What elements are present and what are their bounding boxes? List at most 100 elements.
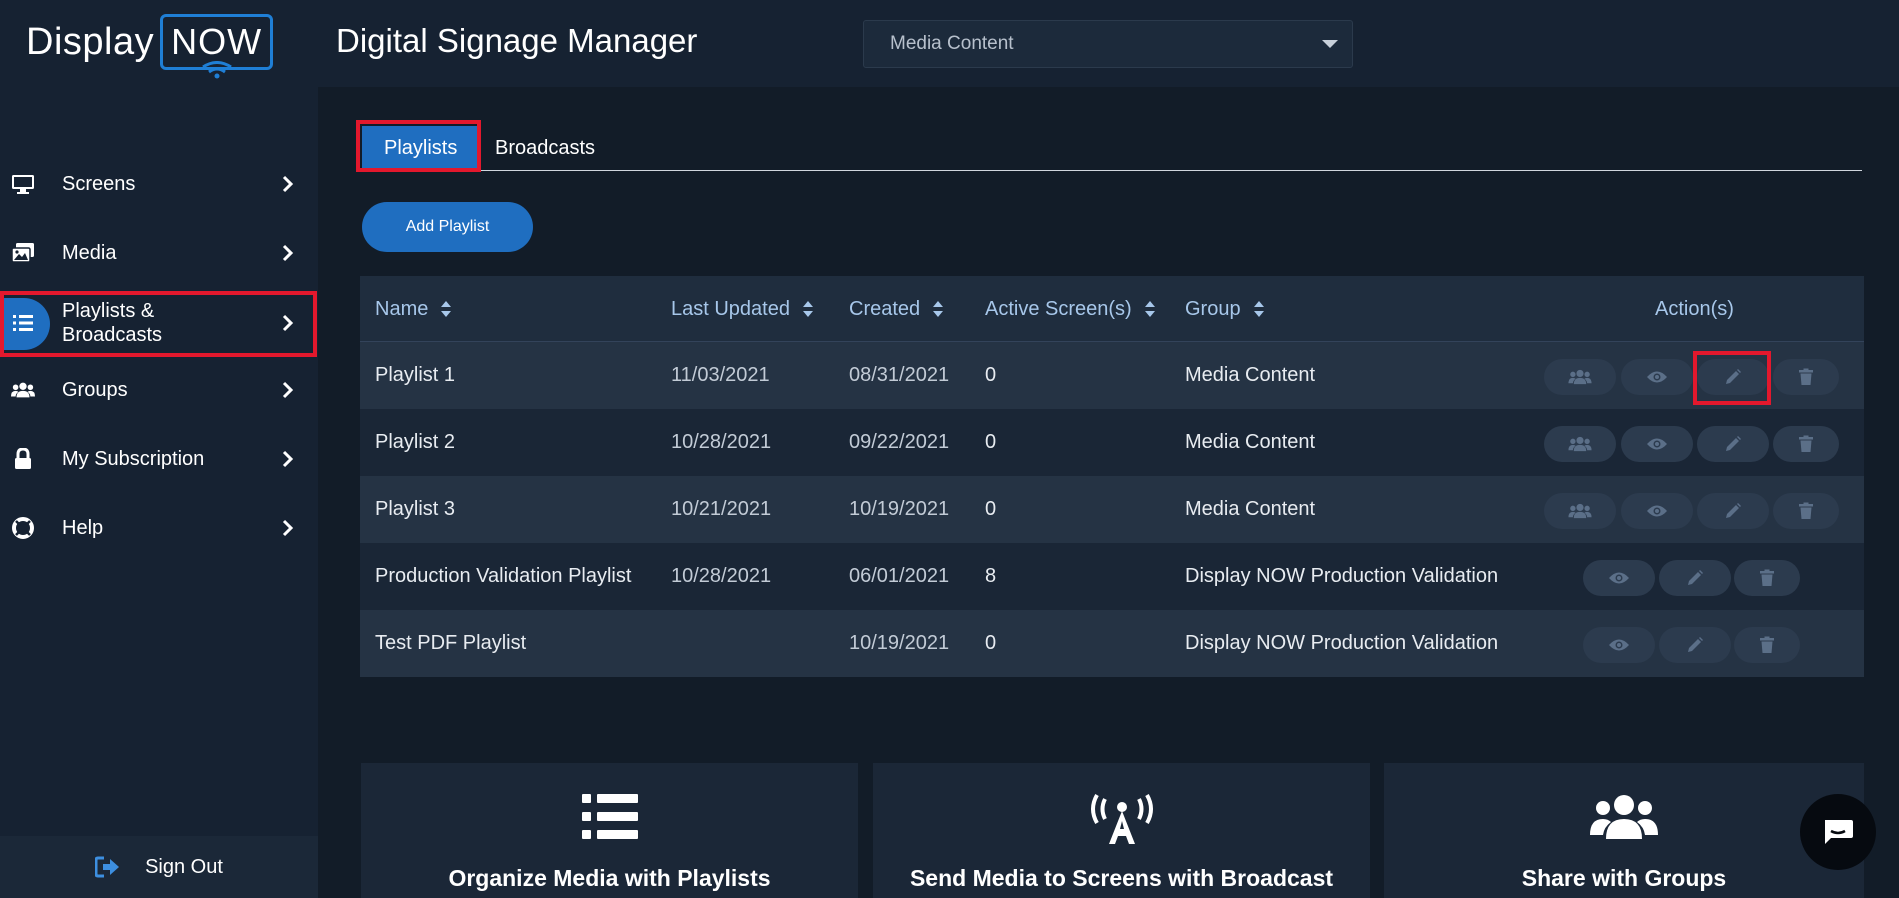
edit-button[interactable] — [1697, 493, 1769, 529]
images-icon — [11, 241, 35, 265]
table-row[interactable]: Playlist 1 11/03/2021 08/31/2021 0 Media… — [360, 342, 1864, 409]
info-card-broadcast: Send Media to Screens with Broadcast — [873, 763, 1370, 898]
tab-label: Broadcasts — [495, 136, 596, 159]
column-label: Name — [375, 297, 429, 320]
column-label: Last Updated — [671, 297, 790, 320]
tab-label: Playlists — [384, 136, 458, 159]
sidebar: Screens Media Playlists & Broadcasts Gro… — [0, 87, 318, 898]
share-group-button[interactable] — [1544, 493, 1616, 529]
preview-button[interactable] — [1583, 627, 1655, 663]
lifebuoy-icon — [11, 516, 35, 540]
delete-button[interactable] — [1773, 493, 1839, 529]
preview-button[interactable] — [1583, 560, 1655, 596]
sort-icon — [802, 301, 813, 317]
column-header-group[interactable]: Group — [1185, 276, 1265, 342]
pencil-icon — [1726, 503, 1741, 518]
table-row[interactable]: Playlist 2 10/28/2021 09/22/2021 0 Media… — [360, 409, 1864, 476]
pencil-icon — [1688, 570, 1703, 585]
lock-icon — [11, 447, 35, 471]
trash-icon — [1799, 368, 1813, 385]
trash-icon — [1760, 636, 1774, 653]
column-header-last-updated[interactable]: Last Updated — [671, 276, 814, 342]
table-row[interactable]: Playlist 3 10/21/2021 10/19/2021 0 Media… — [360, 476, 1864, 543]
logo-text-now: NOW — [171, 21, 263, 62]
edit-button[interactable] — [1659, 560, 1731, 596]
chat-icon — [1825, 820, 1853, 844]
pencil-icon — [1726, 369, 1741, 384]
tab-broadcasts[interactable]: Broadcasts — [473, 126, 617, 170]
table-row[interactable]: Production Validation Playlist 10/28/202… — [360, 543, 1864, 610]
chevron-right-icon — [282, 244, 294, 262]
column-header-actions: Action(s) — [1655, 276, 1734, 342]
info-card-playlists: Organize Media with Playlists — [361, 763, 858, 898]
wifi-icon — [201, 61, 232, 79]
column-header-name[interactable]: Name — [375, 276, 452, 342]
sidebar-item-label: My Subscription — [62, 448, 205, 470]
chevron-right-icon — [282, 381, 294, 399]
tab-playlists[interactable]: Playlists — [362, 126, 480, 170]
table-row[interactable]: Test PDF Playlist 10/19/2021 0 Display N… — [360, 610, 1864, 677]
edit-button[interactable] — [1697, 359, 1769, 395]
edit-button[interactable] — [1697, 426, 1769, 462]
sort-icon — [933, 301, 944, 317]
column-header-created[interactable]: Created — [849, 276, 944, 342]
users-icon — [1568, 436, 1592, 452]
cell-name: Playlist 3 — [375, 498, 456, 520]
trash-icon — [1799, 502, 1813, 519]
cell-created: 06/01/2021 — [849, 565, 950, 587]
chevron-right-icon — [282, 314, 294, 332]
cell-created: 10/19/2021 — [849, 498, 950, 520]
card-title: Send Media to Screens with Broadcast — [909, 865, 1334, 891]
group-select-dropdown[interactable]: Media Content — [863, 20, 1353, 68]
cell-name: Playlist 2 — [375, 431, 456, 453]
eye-icon — [1647, 371, 1667, 383]
cell-active-screens: 0 — [985, 498, 997, 520]
group-select-value: Media Content — [890, 33, 1014, 54]
preview-button[interactable] — [1621, 493, 1693, 529]
users-icon — [1568, 369, 1592, 385]
cell-group: Display NOW Production Validation — [1185, 565, 1499, 587]
sidebar-item-help[interactable]: Help — [0, 497, 318, 559]
column-header-active-screens[interactable]: Active Screen(s) — [985, 276, 1156, 342]
table-header: Name Last Updated Created Active Screen(… — [360, 276, 1864, 342]
sidebar-item-playlists-broadcasts[interactable]: Playlists & Broadcasts — [0, 292, 318, 354]
sidebar-item-groups[interactable]: Groups — [0, 359, 318, 421]
sidebar-item-screens[interactable]: Screens — [0, 153, 318, 215]
cell-name: Production Validation Playlist — [375, 565, 632, 587]
chevron-right-icon — [282, 519, 294, 537]
display-now-logo[interactable]: Display NOW — [26, 12, 274, 79]
preview-button[interactable] — [1621, 359, 1693, 395]
cell-group: Media Content — [1185, 431, 1316, 453]
cell-active-screens: 8 — [985, 565, 997, 587]
delete-button[interactable] — [1773, 426, 1839, 462]
column-label: Action(s) — [1655, 297, 1734, 320]
cell-active-screens: 0 — [985, 632, 997, 654]
playlists-table: Name Last Updated Created Active Screen(… — [360, 276, 1864, 677]
sign-out-button[interactable]: Sign Out — [0, 836, 318, 898]
delete-button[interactable] — [1734, 627, 1800, 663]
sort-icon — [1253, 301, 1264, 317]
sort-icon — [1144, 301, 1155, 317]
chat-support-button[interactable] — [1800, 794, 1876, 870]
cell-group: Display NOW Production Validation — [1185, 632, 1499, 654]
preview-button[interactable] — [1621, 426, 1693, 462]
column-label: Created — [849, 297, 921, 320]
list-icon — [11, 311, 35, 335]
delete-button[interactable] — [1773, 359, 1839, 395]
app-title: Digital Signage Manager — [336, 22, 698, 59]
cell-created: 09/22/2021 — [849, 431, 950, 453]
add-playlist-button[interactable]: Add Playlist — [362, 202, 533, 252]
cell-last-updated: 10/21/2021 — [671, 498, 772, 520]
caret-down-icon — [1322, 40, 1338, 48]
share-group-button[interactable] — [1544, 426, 1616, 462]
column-label: Group — [1185, 297, 1241, 320]
share-group-button[interactable] — [1544, 359, 1616, 395]
sidebar-item-media[interactable]: Media — [0, 222, 318, 284]
cell-created: 08/31/2021 — [849, 364, 950, 386]
delete-button[interactable] — [1734, 560, 1800, 596]
trash-icon — [1760, 569, 1774, 586]
cell-created: 10/19/2021 — [849, 632, 950, 654]
sign-out-icon — [95, 856, 120, 878]
sidebar-item-my-subscription[interactable]: My Subscription — [0, 428, 318, 490]
edit-button[interactable] — [1659, 627, 1731, 663]
